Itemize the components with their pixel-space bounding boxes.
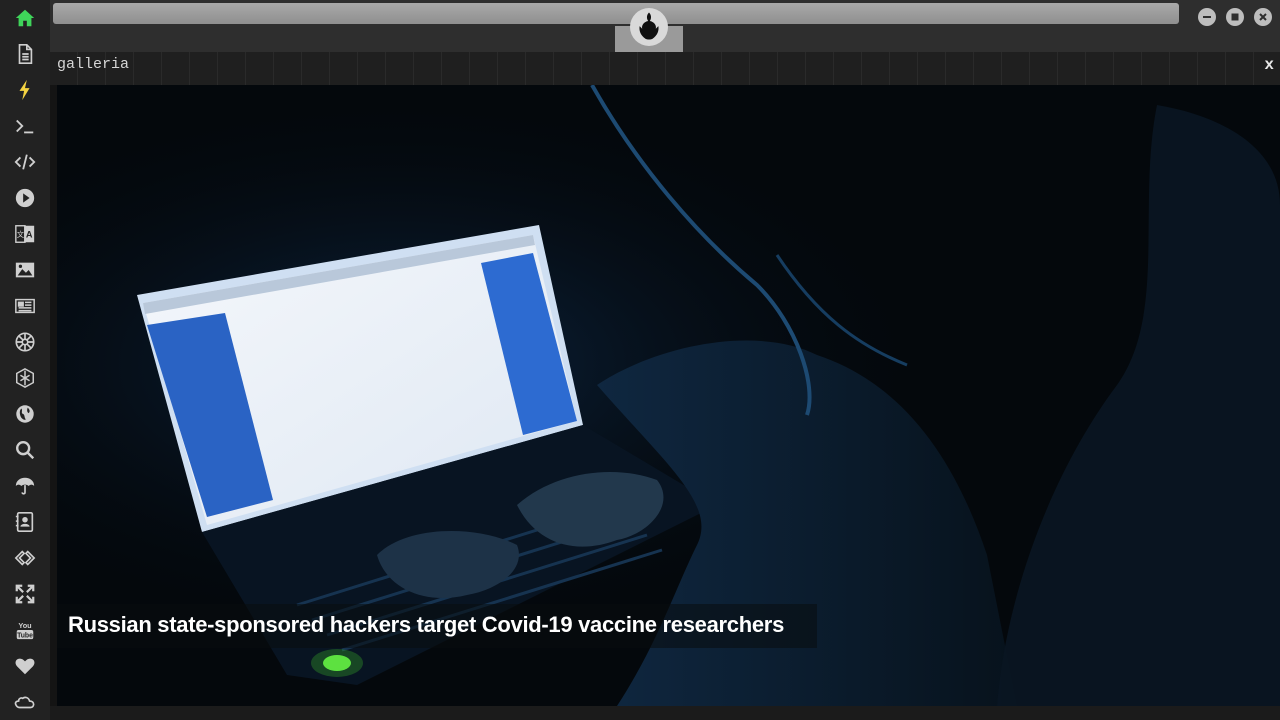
address-book-icon[interactable] [13,510,37,534]
gallery-caption[interactable]: Russian state-sponsored hackers target C… [68,612,784,638]
cloud-icon[interactable] [13,690,37,714]
panel-left-edge [50,85,57,706]
newspaper-icon[interactable] [13,294,37,318]
bottom-strip [50,706,1280,720]
close-icon[interactable] [1254,8,1272,26]
terminal-icon[interactable] [13,114,37,138]
rebel-alliance-logo-icon[interactable] [630,8,668,46]
minimize-icon[interactable] [1198,8,1216,26]
play-icon[interactable] [13,186,37,210]
panel-header: galleria x [50,52,1280,85]
home-icon[interactable] [13,6,37,30]
expand-icon[interactable] [13,582,37,606]
gallery-image[interactable]: Russian state-sponsored hackers target C… [57,85,1280,706]
code-icon[interactable] [13,150,37,174]
svg-text:A: A [26,230,33,240]
panel-title: galleria [57,56,130,73]
svg-text:You: You [18,621,31,630]
svg-text:Tube: Tube [17,632,33,639]
hexagon-icon[interactable] [13,366,37,390]
empire-icon[interactable] [13,330,37,354]
top-bar [50,0,1280,52]
search-icon[interactable] [13,438,37,462]
translate-icon[interactable]: A文 [13,222,37,246]
lightning-icon[interactable] [13,78,37,102]
image-icon[interactable] [13,258,37,282]
address-bar[interactable] [53,3,1179,24]
heart-icon[interactable] [13,654,37,678]
panel-close-button[interactable]: x [1264,56,1274,74]
maximize-icon[interactable] [1226,8,1244,26]
document-icon[interactable] [13,42,37,66]
svg-text:文: 文 [17,230,25,239]
sidebar: A文 You Tube [0,0,50,720]
globe-icon[interactable] [13,402,37,426]
link-icon[interactable] [13,546,37,570]
youtube-icon[interactable]: You Tube [13,618,37,642]
umbrella-icon[interactable] [13,474,37,498]
